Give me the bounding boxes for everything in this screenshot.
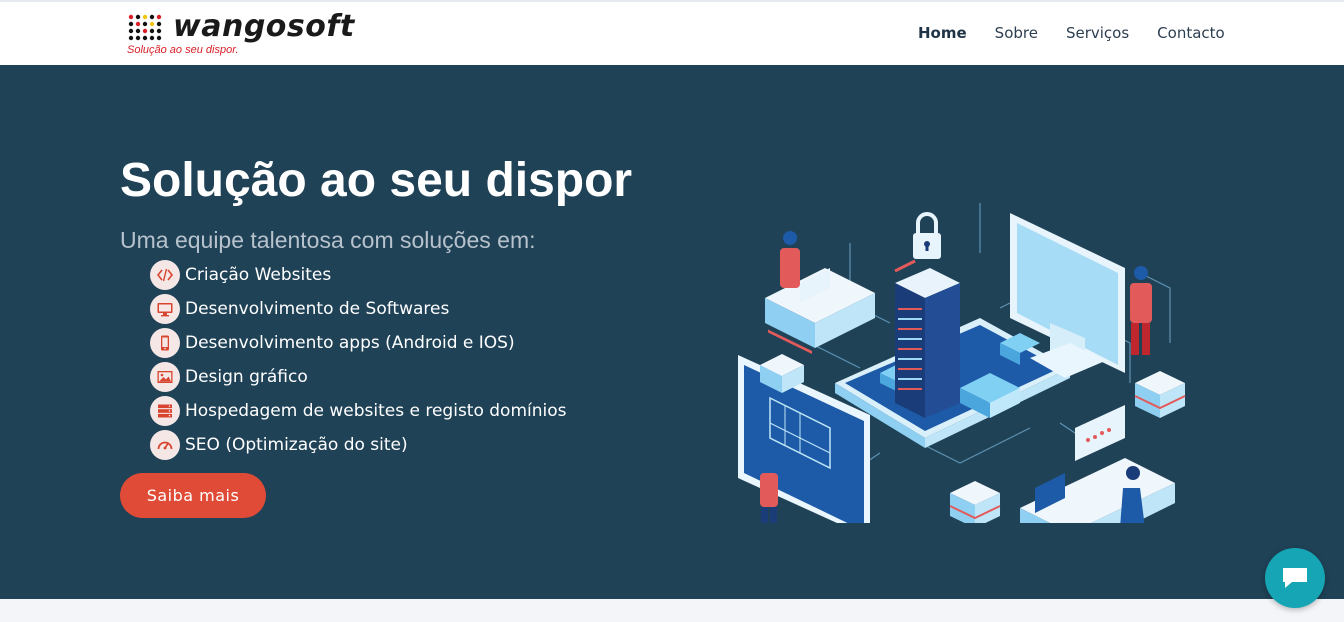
hero-section: Solução ao seu dispor Uma equipe talento… xyxy=(0,65,1344,599)
nav-sobre[interactable]: Sobre xyxy=(995,23,1038,47)
service-item: Design gráfico xyxy=(150,360,567,394)
service-label: SEO (Optimização do site) xyxy=(185,435,408,455)
service-label: Criação Websites xyxy=(185,265,332,285)
site-header: wangosoft Solução ao seu dispor. Home So… xyxy=(0,2,1344,65)
chat-button[interactable] xyxy=(1265,548,1325,608)
service-label: Design gráfico xyxy=(185,367,308,387)
speedometer-icon xyxy=(150,430,180,460)
service-item: Desenvolvimento de Softwares xyxy=(150,292,567,326)
service-item: Hospedagem de websites e registo domínio… xyxy=(150,394,567,428)
service-item: SEO (Optimização do site) xyxy=(150,428,567,462)
service-item: Criação Websites xyxy=(150,258,567,292)
logo-mark-icon xyxy=(128,14,162,41)
saiba-mais-button[interactable]: Saiba mais xyxy=(120,473,266,518)
monitor-icon xyxy=(150,294,180,324)
main-nav: Home Sobre Serviços Contacto xyxy=(918,23,1253,47)
brand-logo[interactable]: wangosoft Solução ao seu dispor. xyxy=(127,9,367,59)
hero-title: Solução ao seu dispor xyxy=(120,154,633,207)
brand-tagline: Solução ao seu dispor. xyxy=(127,44,239,56)
nav-servicos[interactable]: Serviços xyxy=(1066,23,1129,47)
image-icon xyxy=(150,362,180,392)
hero-illustration xyxy=(738,203,1186,523)
service-item: Desenvolvimento apps (Android e IOS) xyxy=(150,326,567,360)
service-label: Desenvolvimento de Softwares xyxy=(185,299,450,319)
service-label: Desenvolvimento apps (Android e IOS) xyxy=(185,333,515,353)
bottom-band xyxy=(0,599,1344,622)
nav-home[interactable]: Home xyxy=(918,23,967,47)
nav-contacto[interactable]: Contacto xyxy=(1157,23,1225,47)
brand-name: wangosoft xyxy=(173,9,355,44)
mobile-icon xyxy=(150,328,180,358)
services-list: Criação Websites Desenvolvimento de Soft… xyxy=(150,258,567,462)
chat-icon xyxy=(1283,568,1307,588)
server-icon xyxy=(150,396,180,426)
hero-subtitle: Uma equipe talentosa com soluções em: xyxy=(120,227,536,253)
service-label: Hospedagem de websites e registo domínio… xyxy=(185,401,567,421)
code-icon xyxy=(150,260,180,290)
